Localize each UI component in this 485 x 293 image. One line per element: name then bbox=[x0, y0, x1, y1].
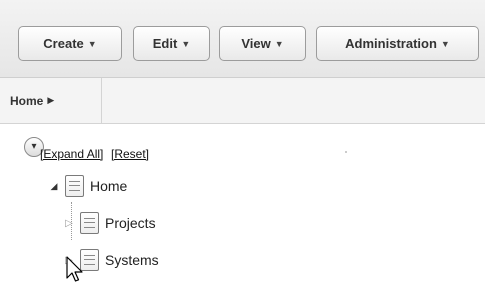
expand-all-link[interactable]: [Expand All] bbox=[40, 147, 103, 161]
expanded-triangle-icon[interactable]: ◢ bbox=[49, 181, 59, 192]
chevron-right-icon: ▶ bbox=[47, 95, 55, 105]
view-menu-button[interactable]: View ▼ bbox=[219, 26, 306, 61]
create-menu-label: Create bbox=[43, 36, 84, 51]
toolbar: Create ▼ Edit ▼ View ▼ Administration ▼ bbox=[0, 0, 485, 78]
stray-dot bbox=[345, 151, 347, 153]
tree-node-label: Home bbox=[90, 178, 128, 194]
tree-node-label: Systems bbox=[105, 252, 159, 268]
chevron-down-icon: ▼ bbox=[274, 38, 284, 49]
tree-node-projects[interactable]: ▷ Projects bbox=[64, 210, 156, 236]
document-icon bbox=[65, 175, 84, 197]
create-menu-button[interactable]: Create ▼ bbox=[18, 26, 122, 61]
document-icon bbox=[80, 212, 99, 234]
chevron-down-icon: ▼ bbox=[440, 38, 450, 49]
tree-node-home[interactable]: ◢ Home bbox=[49, 173, 127, 199]
edit-menu-label: Edit bbox=[152, 36, 178, 51]
view-menu-label: View bbox=[241, 36, 271, 51]
edit-menu-button[interactable]: Edit ▼ bbox=[133, 26, 210, 61]
chevron-down-icon: ▼ bbox=[181, 38, 191, 49]
breadcrumb-home-label: Home bbox=[10, 93, 44, 108]
collapsed-triangle-icon[interactable]: ▷ bbox=[64, 218, 74, 229]
tree-node-label: Projects bbox=[105, 215, 156, 231]
chevron-down-icon: ▼ bbox=[87, 38, 97, 49]
administration-menu-button[interactable]: Administration ▼ bbox=[316, 26, 479, 61]
breadcrumb-item-home[interactable]: Home ▶ bbox=[0, 78, 102, 123]
reset-link[interactable]: [Reset] bbox=[111, 147, 149, 161]
breadcrumb: Home ▶ bbox=[0, 78, 485, 124]
mouse-pointer-icon bbox=[66, 256, 83, 282]
administration-menu-label: Administration bbox=[345, 36, 437, 51]
